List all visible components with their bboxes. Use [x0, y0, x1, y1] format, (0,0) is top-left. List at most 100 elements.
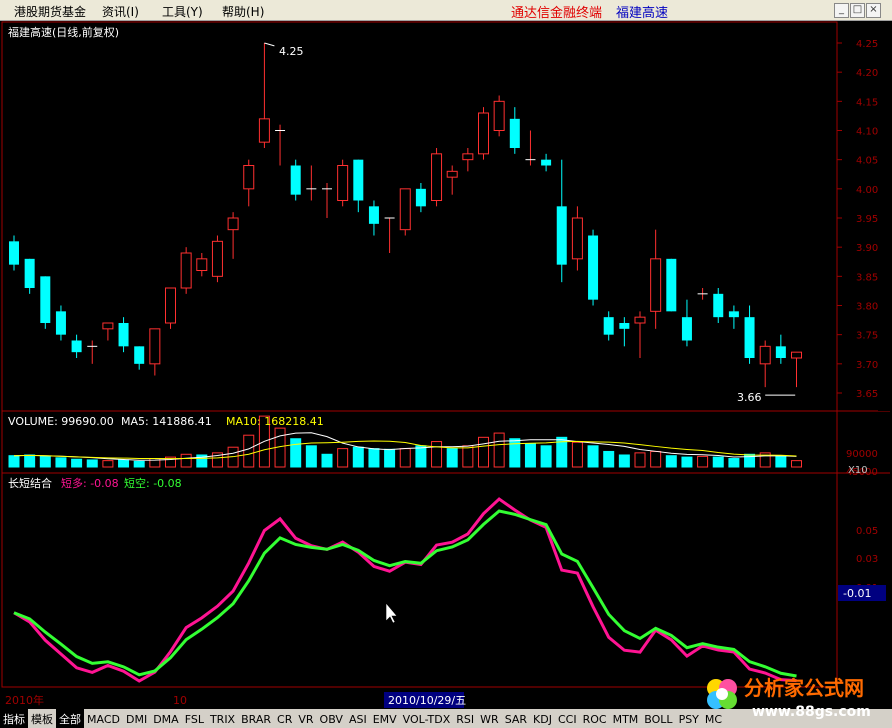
indicator-tab-cr[interactable]: CR — [274, 711, 295, 728]
candle — [493, 95, 505, 137]
volume-bar — [509, 438, 521, 468]
indicator-tab-macd[interactable]: MACD — [84, 711, 123, 728]
indicator-tab-dmi[interactable]: DMI — [123, 711, 150, 728]
candle — [55, 305, 66, 341]
candle — [87, 340, 98, 364]
volume-bar — [587, 445, 599, 468]
indicator-tab-cci[interactable]: CCI — [555, 711, 580, 728]
mouse-cursor-icon — [385, 602, 398, 624]
indicator-tab-指标[interactable]: 指标 — [0, 709, 28, 728]
indicator-tab-rsi[interactable]: RSI — [453, 711, 477, 728]
indicator-tab-dma[interactable]: DMA — [150, 711, 182, 728]
volume-bar — [415, 445, 427, 468]
candle — [24, 258, 35, 294]
indicator-tab-wr[interactable]: WR — [477, 711, 502, 728]
price-tick-label: 4.20 — [856, 68, 878, 79]
volume-bar — [603, 450, 615, 468]
volume-bar — [462, 445, 474, 468]
indicator-tab-emv[interactable]: EMV — [370, 711, 400, 728]
indicator-tab-boll[interactable]: BOLL — [641, 711, 675, 728]
candle — [149, 328, 161, 376]
indicator-tab-vr[interactable]: VR — [295, 711, 316, 728]
candle — [322, 183, 332, 218]
volume-bar — [540, 445, 552, 468]
volume-bar — [634, 452, 646, 468]
price-tick-label: 4.00 — [856, 185, 878, 196]
indicator-tab-obv[interactable]: OBV — [317, 711, 346, 728]
volume-bar — [133, 460, 145, 468]
volume-bar — [243, 434, 255, 468]
indicator-tab-全部[interactable]: 全部 — [56, 709, 84, 728]
xaxis-year: 2010年 — [5, 693, 44, 707]
app-brand: 通达信金融终端 — [511, 6, 603, 21]
volume-tick-label: 90000 — [846, 449, 878, 460]
volume-bar — [71, 458, 83, 468]
candle — [71, 334, 82, 358]
candle — [353, 159, 364, 213]
candle — [697, 288, 708, 300]
minimize-button[interactable]: _ — [834, 3, 849, 18]
ma10-label: MA10: 168218.41 — [226, 415, 324, 428]
volume-bar — [728, 458, 740, 468]
watermark-title: 分析家公式网 — [744, 676, 864, 700]
volume-bar — [446, 448, 458, 468]
candle — [650, 229, 662, 329]
volume-bar — [352, 446, 364, 468]
menu-help[interactable]: 帮助(H) — [222, 3, 264, 20]
candle — [744, 305, 755, 364]
volume-bar — [321, 453, 333, 468]
candle — [211, 235, 223, 283]
volume-bar — [86, 459, 98, 468]
candle — [306, 165, 317, 201]
menu-hk-futures[interactable]: 港股期货基金 — [14, 3, 86, 20]
indicator-tab-brar[interactable]: BRAR — [238, 711, 274, 728]
candle — [275, 124, 286, 166]
candle — [588, 229, 599, 306]
chart-border — [1, 21, 838, 688]
candle — [431, 148, 443, 207]
indicator-tab-kdj[interactable]: KDJ — [530, 711, 555, 728]
indicator-tab-trix[interactable]: TRIX — [207, 711, 238, 728]
candle — [478, 107, 489, 160]
restore-button[interactable]: □ — [850, 3, 865, 18]
indicator-tab-mtm[interactable]: MTM — [610, 711, 642, 728]
indicator-current-value: -0.01 — [843, 587, 871, 600]
candle — [462, 148, 474, 172]
candle — [290, 159, 301, 201]
menu-info[interactable]: 资讯(I) — [102, 3, 139, 20]
flower-logo-icon — [707, 679, 737, 709]
high-marker — [264, 42, 275, 47]
indicator-tab-vol-tdx[interactable]: VOL-TDX — [400, 711, 454, 728]
price-tick-label: 3.75 — [856, 331, 878, 342]
indicator-tick-label: 0.03 — [856, 554, 878, 565]
candle — [102, 322, 114, 341]
volume-bar — [665, 455, 677, 468]
volume-bar — [180, 453, 192, 468]
candle — [337, 159, 349, 207]
volume-bar — [368, 448, 380, 468]
right-info-strip — [878, 41, 892, 411]
indicator-tab-asi[interactable]: ASI — [346, 711, 370, 728]
candle — [243, 159, 255, 207]
indicator-tab-模板[interactable]: 模板 — [28, 709, 56, 728]
volume-bar — [8, 455, 20, 468]
menu-tools[interactable]: 工具(Y) — [162, 3, 203, 20]
volume-bar — [571, 441, 583, 468]
candle — [196, 253, 208, 277]
ma5-label: MA5: 141886.41 — [121, 415, 212, 428]
candle — [384, 217, 395, 253]
candle — [728, 305, 739, 329]
price-tick-label: 4.15 — [856, 97, 878, 108]
chart-area[interactable]: 4.25 4.20 4.15 4.10 4.05 4.00 3.95 3.90 3.85 3.80… — [0, 21, 892, 709]
indicator-tab-roc[interactable]: ROC — [580, 711, 610, 728]
candle — [165, 287, 176, 329]
volume-bar — [650, 450, 662, 468]
price-tick-label: 4.05 — [856, 156, 878, 167]
candle — [9, 235, 19, 271]
watermark-url: www.88gs.com — [752, 704, 871, 720]
candle — [180, 247, 192, 294]
price-tick-label: 3.95 — [856, 214, 878, 225]
indicator-tab-fsl[interactable]: FSL — [182, 711, 207, 728]
close-button[interactable]: × — [866, 3, 881, 18]
indicator-tab-sar[interactable]: SAR — [502, 711, 530, 728]
